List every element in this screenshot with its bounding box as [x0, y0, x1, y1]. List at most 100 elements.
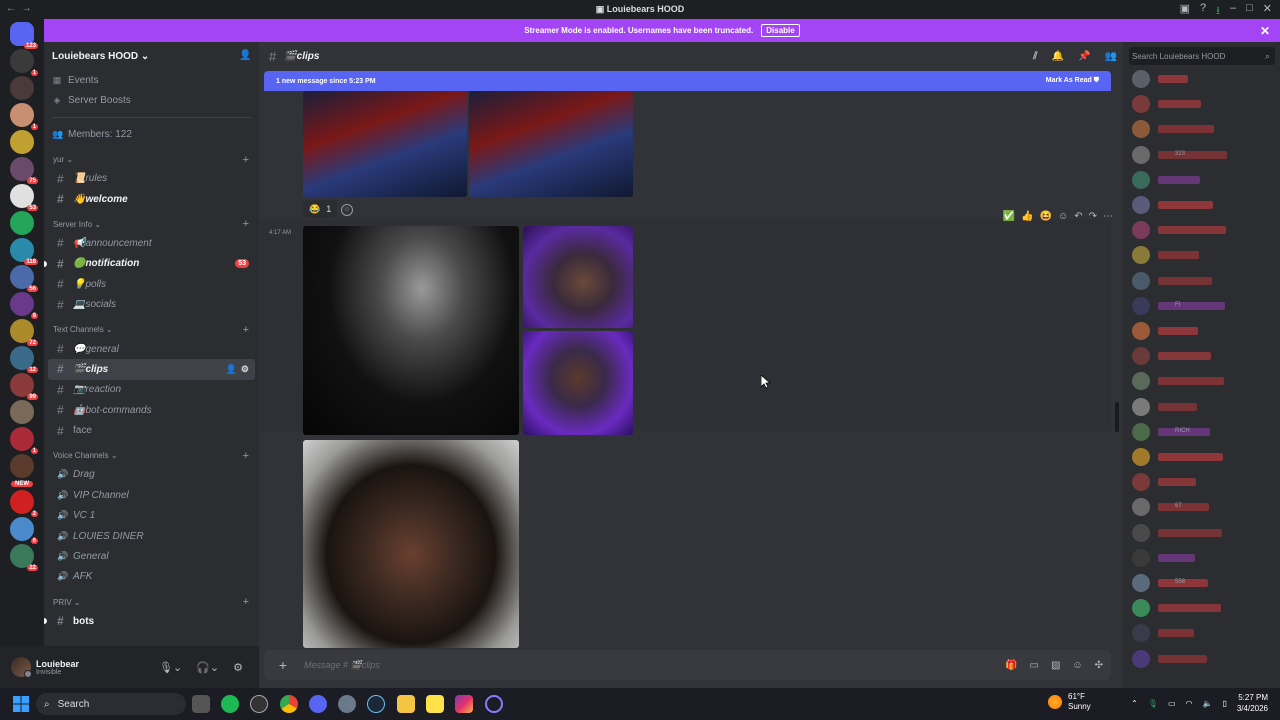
category-text-channels[interactable]: Text Channels ⌄ + [44, 321, 259, 339]
member-avatar[interactable] [1132, 574, 1150, 592]
members-link[interactable]: 👥 Members: 122 [44, 124, 259, 145]
server-icon[interactable]: 6 [10, 517, 38, 544]
channel-socials[interactable]: # 💻socials [48, 294, 255, 314]
invite-icon[interactable]: 👤 [226, 364, 237, 375]
member-avatar[interactable] [1132, 246, 1150, 265]
channel-bots[interactable]: # bots [44, 611, 255, 631]
server-icon[interactable]: 75 [10, 157, 38, 184]
channel-announcement[interactable]: # 📢announcement [48, 233, 255, 253]
scrollbar-thumb[interactable] [1115, 402, 1119, 432]
reply-icon[interactable]: ↶ [1074, 211, 1082, 222]
add-channel-icon[interactable]: + [243, 596, 249, 608]
member-avatar[interactable] [1132, 296, 1150, 315]
member-avatar[interactable] [1132, 397, 1150, 416]
member-name-redacted[interactable] [1158, 276, 1212, 285]
server-icon[interactable]: 1 [10, 427, 38, 454]
add-channel-icon[interactable]: + [243, 324, 249, 336]
member-avatar[interactable] [1132, 271, 1150, 290]
invite-people-icon[interactable]: 👤 [239, 50, 251, 62]
member-avatar[interactable] [1132, 120, 1150, 139]
server-icon[interactable]: 1 [10, 103, 38, 130]
member-name-redacted[interactable] [1158, 125, 1214, 134]
gear-icon[interactable]: ⚙ [241, 364, 249, 375]
member-list-icon[interactable]: 👥 [1105, 51, 1117, 62]
member-avatar[interactable] [1132, 95, 1150, 114]
server-icon[interactable]: 12 [10, 346, 38, 373]
server-icon[interactable]: 1 [10, 49, 38, 76]
member-name-redacted[interactable] [1158, 553, 1195, 562]
server-icon[interactable]: 99 [10, 373, 38, 400]
member-avatar[interactable] [1132, 523, 1150, 542]
channel-general[interactable]: # 💬general [48, 339, 255, 359]
user-info[interactable]: Louiebear Invisible [36, 659, 79, 676]
discord-icon[interactable] [309, 695, 327, 713]
taskbar-search[interactable]: ⌕ Search [36, 693, 186, 715]
events-link[interactable]: ▦ Events [44, 70, 259, 91]
category-priv[interactable]: PRIV ⌄ + [44, 593, 259, 611]
member-name-redacted[interactable] [1158, 100, 1201, 109]
member-avatar[interactable] [1132, 145, 1150, 164]
apps-icon[interactable]: ✣ [1095, 660, 1103, 671]
image-attachment[interactable] [303, 226, 519, 435]
member-name-redacted[interactable] [1158, 301, 1225, 310]
member-avatar[interactable] [1132, 196, 1150, 214]
voice-channel[interactable]: 🔊 VIP Channel [48, 485, 255, 505]
add-channel-icon[interactable]: + [243, 218, 249, 230]
server-icon[interactable]: 123 [10, 22, 38, 49]
thumbsup-emoji-icon[interactable]: 👍 [1021, 211, 1033, 222]
volume-icon[interactable]: 🔈 [1202, 699, 1212, 708]
channel-reaction[interactable]: # 📷reaction [48, 380, 255, 400]
member-avatar[interactable] [1132, 448, 1150, 466]
gift-icon[interactable]: 🎁 [1005, 660, 1017, 671]
server-icon[interactable] [10, 454, 34, 478]
voice-channel[interactable]: 🔊 AFK [48, 567, 255, 587]
member-name-redacted[interactable] [1158, 503, 1209, 512]
member-avatar[interactable] [1132, 221, 1150, 240]
member-avatar[interactable] [1132, 170, 1150, 189]
add-channel-icon[interactable]: + [243, 450, 249, 462]
windows-start-icon[interactable] [13, 696, 29, 712]
member-avatar[interactable] [1132, 347, 1150, 366]
sticker-icon[interactable]: ▧ [1051, 660, 1060, 671]
channel-welcome[interactable]: # 👋welcome [48, 189, 255, 209]
channel-notification[interactable]: # 🟢notification 53 [44, 254, 255, 274]
server-icon[interactable]: 72 [10, 319, 38, 346]
sticky-notes-icon[interactable] [426, 695, 444, 713]
network-icon[interactable]: ▭ [1168, 699, 1176, 708]
wifi-icon[interactable]: ◠ [1186, 699, 1193, 708]
member-name-redacted[interactable] [1158, 75, 1188, 83]
server-icon[interactable] [10, 130, 34, 154]
more-options-icon[interactable]: ⋯ [1103, 211, 1113, 222]
video-thumbnail[interactable] [303, 91, 467, 197]
member-name-redacted[interactable] [1158, 327, 1198, 335]
mic-tray-icon[interactable]: 🎙 [1148, 699, 1158, 708]
member-name-redacted[interactable] [1158, 201, 1213, 209]
image-attachment[interactable] [523, 226, 633, 328]
clock[interactable]: 5:27 PM 3/4/2026 [1237, 692, 1268, 714]
avatar[interactable] [11, 657, 32, 678]
member-avatar[interactable] [1132, 473, 1150, 492]
spotify-icon[interactable] [221, 695, 239, 713]
member-avatar[interactable] [1132, 649, 1150, 668]
gif-icon[interactable]: ▭ [1029, 660, 1038, 671]
microphone-icon[interactable]: 🎙⌄ [159, 661, 182, 674]
server-icon[interactable]: 2 [10, 490, 38, 517]
member-name-redacted[interactable] [1158, 453, 1223, 461]
server-icon[interactable]: 118 [10, 238, 38, 265]
voice-channel[interactable]: 🔊 General [48, 546, 255, 566]
chatgpt-icon[interactable] [250, 695, 268, 713]
member-name-redacted[interactable] [1158, 654, 1207, 663]
video-thumbnail[interactable] [469, 91, 633, 197]
member-name-redacted[interactable] [1158, 352, 1211, 361]
search-input[interactable]: Search Louiebears HOOD ⌕ [1129, 47, 1275, 65]
check-emoji-icon[interactable]: ✅ [1003, 211, 1015, 222]
composer-placeholder[interactable]: Message # 🎬clips [304, 660, 380, 671]
server-header[interactable]: Louiebears HOOD ⌄ 👤 [44, 42, 259, 70]
add-attachment-icon[interactable]: + [276, 658, 290, 672]
member-name-redacted[interactable] [1158, 175, 1200, 184]
battery-icon[interactable]: ▯ [1222, 699, 1226, 708]
channel-bot-commands[interactable]: # 🤖bot-commands [48, 400, 255, 420]
instagram-icon[interactable] [455, 695, 473, 713]
member-name-redacted[interactable] [1158, 478, 1196, 487]
channel-face[interactable]: # face [48, 420, 255, 440]
